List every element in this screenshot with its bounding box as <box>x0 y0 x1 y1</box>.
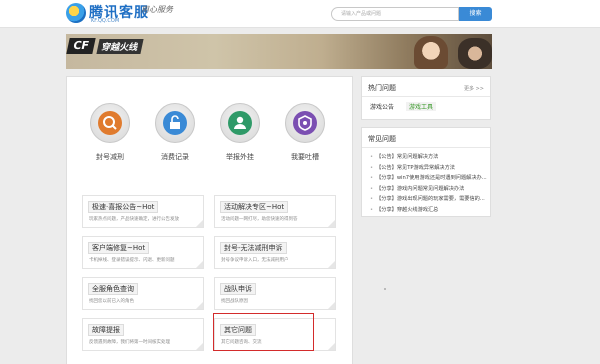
circle-button[interactable] <box>90 103 130 143</box>
faq-item-text[interactable]: 【分享】游戏内问题常见问题解决办法 <box>376 186 464 192</box>
character-portrait-1 <box>414 36 448 69</box>
circle-button[interactable] <box>285 103 325 143</box>
game-banner: CF 穿越火线 <box>66 34 492 69</box>
faq-item-text[interactable]: 【分享】游戏出现问题的玩家需要，需要信的... <box>376 196 485 202</box>
service-consumption-record[interactable]: 消费记录 <box>149 103 201 162</box>
circle-button[interactable] <box>155 103 195 143</box>
faq-item[interactable]: • 【分享】win7使用游戏还是时遇到问题解决办... <box>370 173 488 184</box>
hot-link-announcement[interactable]: 游戏公告 <box>370 102 394 111</box>
tile-description: 活动问题一网打尽，助您快速的得到答 <box>221 217 298 222</box>
tile-title[interactable]: 极速·喜报公告~Hot <box>88 201 159 213</box>
corner-fold <box>196 343 203 350</box>
corner-fold <box>196 302 203 309</box>
banner-title: 穿越火线 <box>96 39 144 54</box>
tile-client-repair[interactable]: 客户端修复~Hot 卡机掉线、登录错误提示、闪退、更新问题 <box>82 236 204 269</box>
faq-item[interactable]: • 【分享】游戏内问题常见问题解决办法 <box>370 184 488 195</box>
faq-item-text[interactable]: 【公告】常见TP游戏异常解决方法 <box>376 165 455 171</box>
tencent-logo-icon[interactable] <box>66 3 86 23</box>
hot-questions-panel: 热门问题 更多 >> 游戏公告 游戏工具 <box>361 76 491 120</box>
service-ban-reduce[interactable]: 封号减刑 <box>84 103 136 162</box>
faq-item-text[interactable]: 【公告】常见问题解决方法 <box>376 154 438 160</box>
tile-title[interactable]: 全服角色查询 <box>88 283 138 295</box>
hot-link-tools[interactable]: 游戏工具 <box>406 102 437 111</box>
tile-description: 找回您以前已入的角色 <box>89 299 134 304</box>
corner-fold <box>328 302 335 309</box>
corner-fold <box>328 343 335 350</box>
faq-panel: 常见问题 • 【公告】常见问题解决方法 • 【公告】常见TP游戏异常解决方法 • 【分… <box>361 127 491 217</box>
tile-description: 反馈遇到故障，我们将第一时间核实处理 <box>89 340 170 345</box>
tile-title[interactable]: 故障提报 <box>88 324 124 336</box>
faq-item[interactable]: • 【公告】常见问题解决方法 <box>370 152 488 163</box>
corner-fold <box>328 220 335 227</box>
corner-fold <box>328 261 335 268</box>
slogan: 用心服务 <box>141 5 173 14</box>
faq-item[interactable]: • 【分享】游戏出现问题的玩家需要，需要信的... <box>370 194 488 205</box>
selection-highlight <box>213 313 314 351</box>
divider <box>362 147 490 148</box>
tile-title[interactable]: 活动解决专区~Hot <box>220 201 289 213</box>
tile-activity[interactable]: 活动解决专区~Hot 活动问题一网打尽，助您快速的得到答 <box>214 195 336 228</box>
divider <box>362 96 490 97</box>
tile-title[interactable]: 封号-无法减刑申诉 <box>220 242 287 254</box>
character-portrait-2 <box>458 38 492 69</box>
service-icon-row: 封号减刑 消费记录 举报外挂 我要吐槽 <box>67 77 354 177</box>
faq-item[interactable]: • 【分享】穿越火线游戏汇总 <box>370 205 488 216</box>
lock-icon <box>163 111 187 135</box>
circle-button[interactable] <box>220 103 260 143</box>
tile-description: 玩家热点问题，产品快速确定，进行公告发放 <box>89 217 179 222</box>
faq-item-text[interactable]: 【分享】win7使用游戏还是时遇到问题解决办... <box>376 175 487 181</box>
search-input[interactable] <box>331 7 459 21</box>
tile-description: 卡机掉线、登录错误提示、闪退、更新问题 <box>89 258 175 263</box>
tile-description: 找回战队原因 <box>221 299 248 304</box>
service-label: 消费记录 <box>161 153 189 161</box>
search-button[interactable]: 搜索 <box>459 7 492 21</box>
tile-title[interactable]: 战队申诉 <box>220 283 256 295</box>
tile-role-query[interactable]: 全服角色查询 找回您以前已入的角色 <box>82 277 204 310</box>
tile-announcement[interactable]: 极速·喜报公告~Hot 玩家热点问题，产品快速确定，进行公告发放 <box>82 195 204 228</box>
logo-subtitle: KF.QQ.COM <box>91 18 120 24</box>
top-bar: 腾讯客服 KF.QQ.COM 用心服务 搜索 <box>0 0 600 28</box>
tile-description: 封号争议申诉入口，无法减刑用户 <box>221 258 289 263</box>
more-link[interactable]: 更多 >> <box>464 85 484 92</box>
user-report-icon <box>228 111 252 135</box>
faq-item-text[interactable]: 【分享】穿越火线游戏汇总 <box>376 207 438 213</box>
tile-ban-appeal[interactable]: 封号-无法减刑申诉 封号争议申诉入口，无法减刑用户 <box>214 236 336 269</box>
cursor-dot <box>384 288 386 290</box>
hot-questions-title: 热门问题 <box>368 84 396 92</box>
service-label: 举报外挂 <box>226 153 254 161</box>
comment-icon <box>293 111 317 135</box>
corner-fold <box>196 261 203 268</box>
tile-title[interactable]: 客户端修复~Hot <box>88 242 150 254</box>
service-label: 封号减刑 <box>96 153 124 161</box>
tile-team-appeal[interactable]: 战队申诉 找回战队原因 <box>214 277 336 310</box>
tile-fault-report[interactable]: 故障提报 反馈遇到故障，我们将第一时间核实处理 <box>82 318 204 351</box>
service-complaint[interactable]: 我要吐槽 <box>279 103 331 162</box>
service-label: 我要吐槽 <box>291 153 319 161</box>
cf-logo: CF <box>66 38 96 54</box>
magnifier-icon <box>98 111 122 135</box>
faq-item[interactable]: • 【公告】常见TP游戏异常解决方法 <box>370 163 488 174</box>
faq-title: 常见问题 <box>368 135 396 143</box>
service-report-cheat[interactable]: 举报外挂 <box>214 103 266 162</box>
corner-fold <box>196 220 203 227</box>
faq-list: • 【公告】常见问题解决方法 • 【公告】常见TP游戏异常解决方法 • 【分享】win… <box>370 152 488 216</box>
